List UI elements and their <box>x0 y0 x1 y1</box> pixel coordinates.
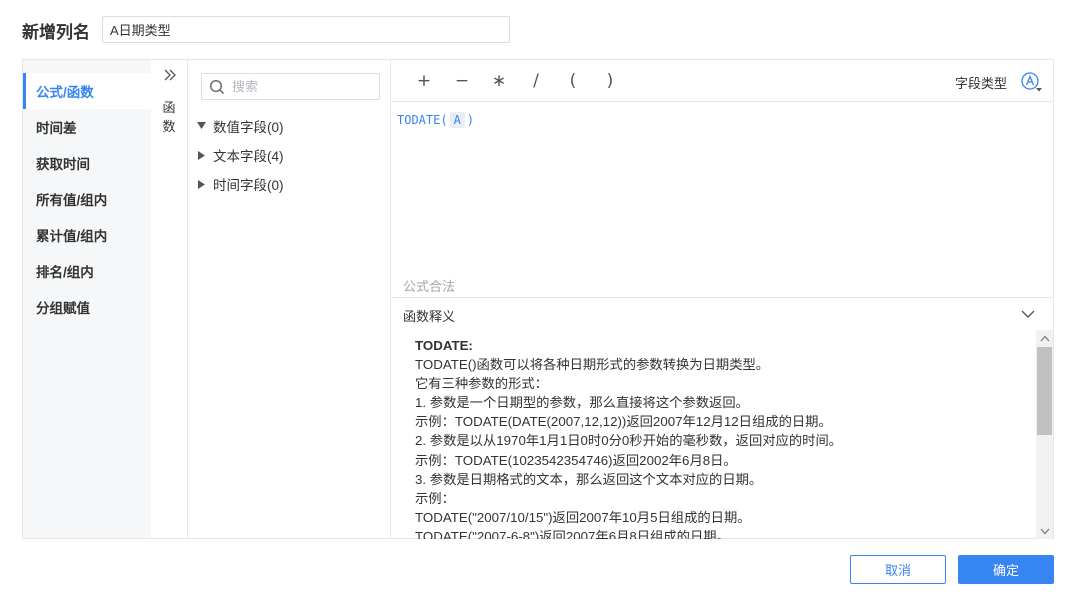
dialog-title-row: 新增列名 <box>22 16 102 44</box>
field-list-panel: 数值字段(0) 文本字段(4) 时间字段(0) <box>189 60 391 538</box>
nav-item-get-time[interactable]: 获取时间 <box>23 145 151 181</box>
nav-item-label: 获取时间 <box>36 157 90 172</box>
function-panel-label[interactable]: 函数 <box>158 98 180 136</box>
explanation-line: 示例：TODATE(1023542354746)返回2002年6月8日。 <box>415 452 737 468</box>
tree-group-label: 数值字段(0) <box>213 120 284 135</box>
minus-operator-button[interactable]: − <box>451 70 473 92</box>
formula-editor: + − ∗ / ( ) 字段类型 TODATE(A) 公式合法 函数释义 TOD… <box>391 60 1054 539</box>
function-explanation-panel: 函数释义 TODATE: TODATE()函数可以将各种日期形式的参数转换为日期… <box>391 297 1054 539</box>
nav-item-formula-function[interactable]: 公式/函数 <box>23 73 151 109</box>
nav-item-rank-group[interactable]: 排名/组内 <box>23 253 151 289</box>
plus-operator-button[interactable]: + <box>413 70 435 92</box>
formula-open-paren: ( <box>440 113 448 127</box>
tree-group-label: 文本字段(4) <box>213 149 284 164</box>
explanation-line: TODATE("2007-6-8")返回2007年6月8日组成的日期。 <box>415 528 730 539</box>
explanation-line: 3. 参数是日期格式的文本，那么返回这个文本对应的日期。 <box>415 471 763 487</box>
close-paren-button[interactable]: ) <box>599 70 621 92</box>
explanation-line: 示例：TODATE(DATE(2007,12,12))返回2007年12月12日… <box>415 414 832 430</box>
circled-a-dropdown-icon[interactable] <box>1020 71 1044 93</box>
nav-item-time-difference[interactable]: 时间差 <box>23 109 151 145</box>
divide-operator-button[interactable]: / <box>525 70 547 92</box>
formula-function-name: TODATE <box>397 113 441 127</box>
column-type-nav: 公式/函数 时间差 获取时间 所有值/组内 累计值/组内 排名/组内 分组赋值 <box>23 60 151 538</box>
nav-item-cumulative-group[interactable]: 累计值/组内 <box>23 217 151 253</box>
nav-item-label: 公式/函数 <box>36 85 94 100</box>
formula-input-area[interactable]: TODATE(A) <box>391 103 1054 298</box>
scroll-up-icon[interactable] <box>1036 330 1053 346</box>
explanation-line: 2. 参数是以从1970年1月1日0时0分0秒开始的毫秒数，返回对应的时间。 <box>415 433 843 449</box>
explanation-line: TODATE()函数可以将各种日期形式的参数转换为日期类型。 <box>415 357 770 373</box>
explanation-line: TODATE: <box>415 338 473 353</box>
caret-down-icon <box>195 122 208 130</box>
explanation-scrollbar[interactable] <box>1036 330 1053 539</box>
field-search-input[interactable] <box>232 79 372 94</box>
nav-item-all-values-group[interactable]: 所有值/组内 <box>23 181 151 217</box>
search-icon <box>202 79 232 95</box>
operator-toolbar: + − ∗ / ( ) 字段类型 <box>391 60 1054 102</box>
nav-item-label: 排名/组内 <box>36 265 94 280</box>
formula-editor-panel: 公式/函数 时间差 获取时间 所有值/组内 累计值/组内 排名/组内 分组赋值 … <box>22 59 1054 539</box>
scrollbar-thumb[interactable] <box>1037 347 1052 435</box>
nav-item-group-assign[interactable]: 分组赋值 <box>23 289 151 325</box>
field-type-label: 字段类型 <box>954 76 1007 91</box>
new-column-title: 新增列名 <box>22 22 90 42</box>
function-panel-collapsed: 函数 <box>151 60 188 538</box>
tree-group-numeric-fields[interactable]: 数值字段(0) <box>195 115 284 137</box>
formula-validity-message: 公式合法 <box>403 279 456 294</box>
double-chevron-right-icon[interactable] <box>160 68 180 84</box>
chevron-down-icon[interactable] <box>1020 306 1036 322</box>
formula-field-token[interactable]: A <box>449 112 465 128</box>
caret-right-icon <box>195 179 208 189</box>
cancel-button[interactable]: 取消 <box>850 555 946 584</box>
field-search-box[interactable] <box>201 73 380 100</box>
explanation-text: TODATE: TODATE()函数可以将各种日期形式的参数转换为日期类型。 它… <box>415 336 1035 539</box>
explanation-line: 它有三种参数的形式： <box>415 376 548 392</box>
confirm-button[interactable]: 确定 <box>958 555 1054 584</box>
tree-group-time-fields[interactable]: 时间字段(0) <box>195 173 284 195</box>
open-paren-button[interactable]: ( <box>562 70 584 92</box>
caret-right-icon <box>195 150 208 160</box>
scroll-down-icon[interactable] <box>1036 523 1053 539</box>
column-name-input[interactable] <box>102 16 510 43</box>
tree-group-text-fields[interactable]: 文本字段(4) <box>195 144 284 166</box>
explanation-header: 函数释义 <box>403 309 456 324</box>
tree-group-label: 时间字段(0) <box>213 178 284 193</box>
formula-close-paren: ) <box>466 113 475 127</box>
nav-item-label: 分组赋值 <box>36 301 90 316</box>
nav-item-label: 时间差 <box>36 121 77 136</box>
explanation-line: 1. 参数是一个日期型的参数，那么直接将这个参数返回。 <box>415 395 749 411</box>
nav-item-label: 累计值/组内 <box>36 229 108 244</box>
explanation-line: 示例： <box>415 490 455 506</box>
nav-item-label: 所有值/组内 <box>36 193 108 208</box>
multiply-operator-button[interactable]: ∗ <box>488 70 510 92</box>
explanation-line: TODATE("2007/10/15")返回2007年10月5日组成的日期。 <box>415 509 751 525</box>
